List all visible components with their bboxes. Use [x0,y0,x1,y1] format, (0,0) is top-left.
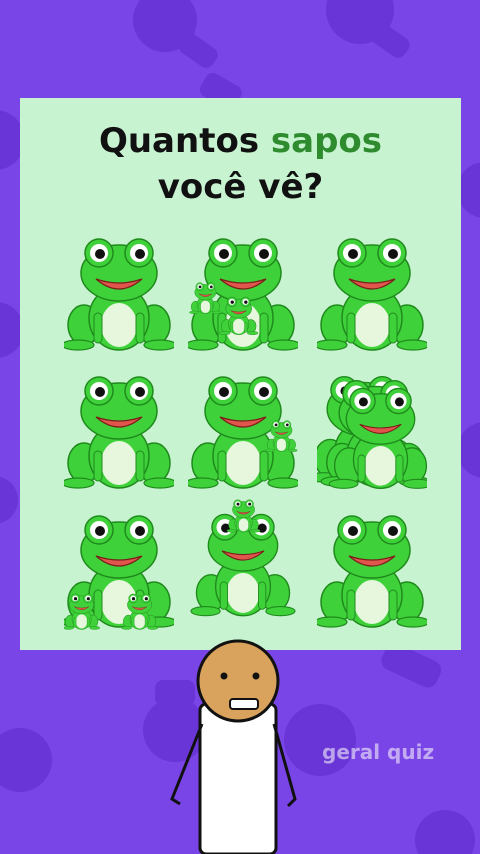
frog-cell-1 [64,233,174,358]
frog-cell-5 [188,371,298,496]
frog-cell-4 [64,371,174,496]
frog-cell-7 [64,510,174,635]
frog-cell-8 [188,498,298,623]
stick-character [170,639,297,854]
watermark: geral quiz [322,740,435,764]
frog-cell-2 [188,233,298,358]
frog-cell-6 [317,371,427,496]
frog-grid [20,98,461,650]
frog-cell-9 [317,510,427,635]
frog-cell-3 [317,233,427,358]
quiz-card: Quantos sapos você vê? [20,98,461,650]
